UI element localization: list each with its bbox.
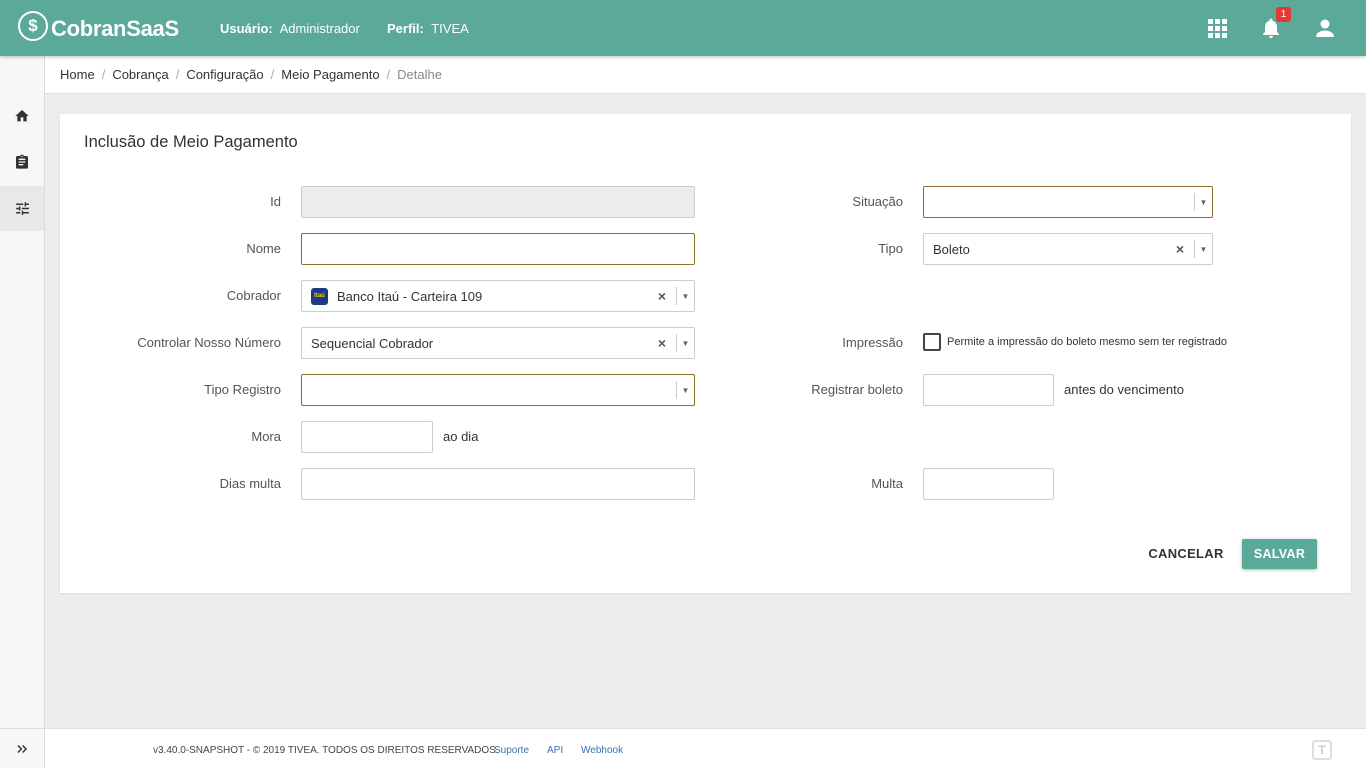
cancel-button[interactable]: CANCELAR bbox=[1144, 541, 1228, 567]
breadcrumb-home[interactable]: Home bbox=[60, 67, 95, 82]
user-account-icon[interactable] bbox=[1313, 16, 1337, 40]
form-card: Inclusão de Meio Pagamento Id Nome Cobra… bbox=[60, 114, 1351, 593]
sidebar-item-home[interactable] bbox=[0, 93, 44, 138]
page-title: Inclusão de Meio Pagamento bbox=[84, 133, 298, 151]
impressao-label: Impressão bbox=[842, 335, 903, 350]
breadcrumb-meio-pagamento[interactable]: Meio Pagamento bbox=[281, 67, 379, 82]
itau-bank-logo-icon: Itaú bbox=[311, 288, 328, 305]
multa-field[interactable] bbox=[923, 468, 1054, 500]
app-logo[interactable]: $ CobranSaaS bbox=[18, 10, 179, 42]
breadcrumb-separator: / bbox=[386, 67, 391, 82]
impressao-checkbox-text: Permite a impressão do boleto mesmo sem … bbox=[947, 336, 1228, 348]
home-icon bbox=[15, 109, 29, 121]
profile-info: Perfil: TIVEA bbox=[387, 21, 469, 36]
dias-multa-field[interactable] bbox=[301, 468, 695, 500]
breadcrumb-separator: / bbox=[175, 67, 180, 82]
user-value: Administrador bbox=[279, 21, 360, 36]
profile-label: Perfil: bbox=[387, 21, 424, 36]
cobrador-select[interactable]: Itaú Banco Itaú - Carteira 109 × ▼ bbox=[301, 280, 695, 312]
breadcrumb-separator: / bbox=[101, 67, 106, 82]
multa-label: Multa bbox=[871, 476, 903, 491]
breadcrumb-current: Detalhe bbox=[397, 67, 442, 82]
cobrador-value: Banco Itaú - Carteira 109 bbox=[337, 289, 483, 304]
settings-sliders-icon bbox=[15, 202, 29, 215]
controlar-clear-icon[interactable]: × bbox=[658, 335, 666, 351]
mora-field[interactable] bbox=[301, 421, 433, 453]
tipo-label: Tipo bbox=[878, 241, 903, 256]
apps-grid-icon[interactable] bbox=[1205, 16, 1229, 40]
top-navbar: $ CobranSaaS Usuário: Administrador Perf… bbox=[0, 0, 1366, 56]
tipo-registro-label: Tipo Registro bbox=[204, 382, 281, 397]
footer: v3.40.0-SNAPSHOT - © 2019 TIVEA. TODOS O… bbox=[45, 728, 1366, 768]
sidebar bbox=[0, 56, 45, 768]
id-label: Id bbox=[270, 194, 281, 209]
controlar-chevron-down-icon[interactable]: ▼ bbox=[676, 334, 694, 352]
tipo-clear-icon[interactable]: × bbox=[1176, 241, 1184, 257]
situacao-label: Situação bbox=[852, 194, 903, 209]
sidebar-item-settings[interactable] bbox=[0, 186, 44, 231]
tipo-select[interactable]: Boleto × ▼ bbox=[923, 233, 1213, 265]
mora-suffix: ao dia bbox=[443, 429, 479, 444]
tipo-value: Boleto bbox=[933, 242, 970, 257]
cobrador-label: Cobrador bbox=[226, 288, 281, 303]
breadcrumb: Home / Cobrança / Configuração / Meio Pa… bbox=[45, 56, 1366, 94]
tipo-registro-chevron-down-icon[interactable]: ▼ bbox=[676, 381, 694, 399]
impressao-checkbox[interactable] bbox=[923, 333, 941, 351]
tivea-logo-icon: T bbox=[1312, 740, 1332, 760]
double-chevron-right-icon bbox=[17, 744, 28, 753]
nome-field[interactable] bbox=[301, 233, 695, 265]
cobrador-clear-icon[interactable]: × bbox=[658, 288, 666, 304]
id-field bbox=[301, 186, 695, 218]
tipo-registro-select[interactable]: ▼ bbox=[301, 374, 695, 406]
registrar-boleto-field[interactable] bbox=[923, 374, 1054, 406]
situacao-chevron-down-icon[interactable]: ▼ bbox=[1194, 193, 1212, 211]
app-brand-name: CobranSaaS bbox=[51, 16, 179, 41]
user-info: Usuário: Administrador bbox=[220, 21, 360, 36]
nome-label: Nome bbox=[246, 241, 281, 256]
breadcrumb-configuracao[interactable]: Configuração bbox=[186, 67, 263, 82]
user-label: Usuário: bbox=[220, 21, 273, 36]
profile-value: TIVEA bbox=[431, 21, 469, 36]
sidebar-expand-button[interactable] bbox=[0, 728, 44, 768]
tipo-chevron-down-icon[interactable]: ▼ bbox=[1194, 240, 1212, 258]
footer-link-api[interactable]: API bbox=[547, 745, 563, 756]
breadcrumb-separator: / bbox=[270, 67, 275, 82]
notification-badge: 1 bbox=[1276, 7, 1291, 22]
controlar-nosso-numero-select[interactable]: Sequencial Cobrador × ▼ bbox=[301, 327, 695, 359]
sidebar-item-billing[interactable] bbox=[0, 139, 44, 184]
footer-copyright: v3.40.0-SNAPSHOT - © 2019 TIVEA. TODOS O… bbox=[153, 745, 499, 756]
controlar-nosso-numero-label: Controlar Nosso Número bbox=[137, 335, 281, 350]
logo-coin-icon: $ bbox=[18, 11, 48, 41]
footer-link-webhook[interactable]: Webhook bbox=[581, 745, 623, 756]
mora-label: Mora bbox=[251, 429, 281, 444]
dias-multa-label: Dias multa bbox=[219, 476, 281, 491]
registrar-boleto-label: Registrar boleto bbox=[811, 382, 903, 397]
notifications-bell-icon[interactable]: 1 bbox=[1259, 7, 1291, 40]
situacao-select[interactable]: ▼ bbox=[923, 186, 1213, 218]
save-button[interactable]: SALVAR bbox=[1242, 539, 1317, 569]
footer-link-suporte[interactable]: Suporte bbox=[494, 745, 529, 756]
clipboard-icon bbox=[16, 154, 28, 169]
cobrador-chevron-down-icon[interactable]: ▼ bbox=[676, 287, 694, 305]
registrar-boleto-suffix: antes do vencimento bbox=[1064, 382, 1184, 397]
breadcrumb-cobranca[interactable]: Cobrança bbox=[112, 67, 168, 82]
controlar-nosso-numero-value: Sequencial Cobrador bbox=[311, 336, 434, 351]
